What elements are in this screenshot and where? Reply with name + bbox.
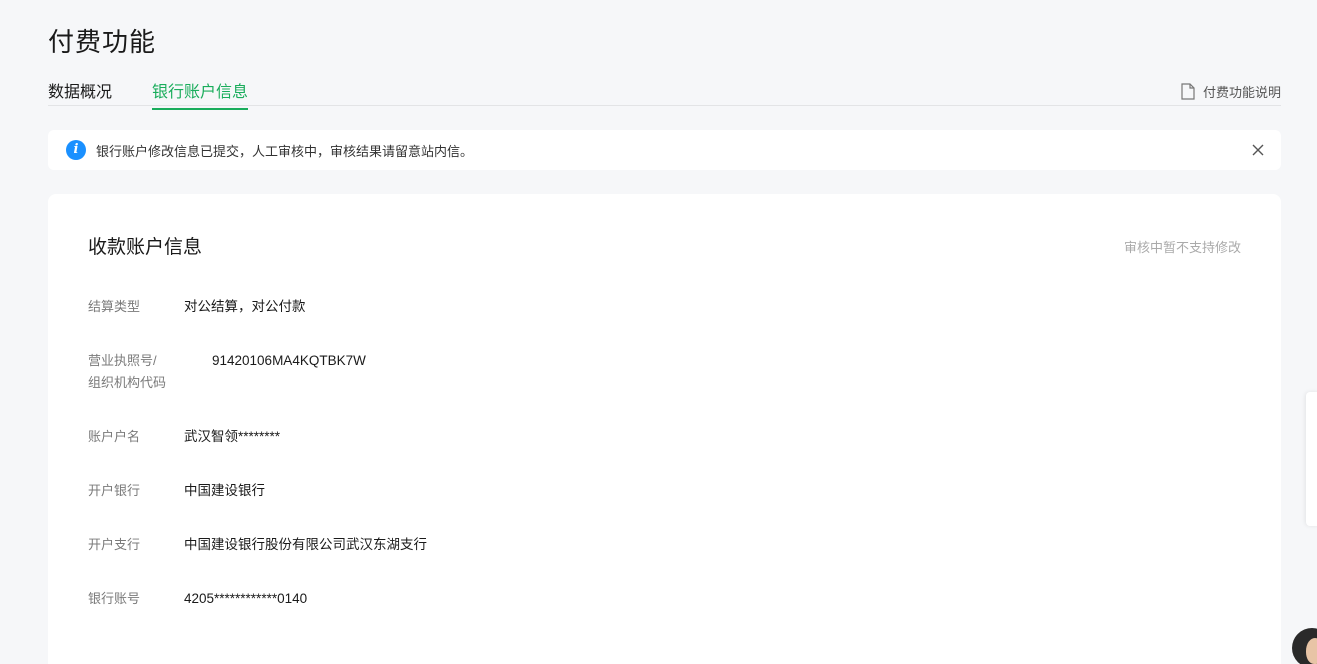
field-account-number: 银行账号 4205************0140 — [88, 588, 307, 610]
close-icon[interactable] — [1251, 143, 1265, 157]
field-settlement-type: 结算类型 对公结算，对公付款 — [88, 296, 306, 318]
field-bank: 开户银行 中国建设银行 — [88, 480, 265, 502]
card-title: 收款账户信息 — [88, 237, 203, 258]
field-value: 中国建设银行股份有限公司武汉东湖支行 — [184, 537, 427, 552]
field-branch: 开户支行 中国建设银行股份有限公司武汉东湖支行 — [88, 534, 427, 556]
field-label: 营业执照号/ 组织机构代码 — [88, 350, 212, 394]
tab-data-overview[interactable]: 数据概况 — [48, 78, 112, 108]
field-value: 中国建设银行 — [184, 483, 265, 498]
field-label: 结算类型 — [88, 299, 141, 314]
document-icon — [1181, 83, 1195, 100]
field-value: 4205************0140 — [184, 591, 308, 606]
field-value: 91420106MA4KQTBK7W — [212, 353, 366, 368]
tab-bank-account-info[interactable]: 银行账户信息 — [152, 78, 249, 110]
field-label-line1: 营业执照号/ — [88, 353, 157, 368]
notice-banner: i 银行账户修改信息已提交，人工审核中，审核结果请留意站内信。 — [48, 130, 1281, 170]
notice-text: 银行账户修改信息已提交，人工审核中，审核结果请留意站内信。 — [96, 143, 474, 159]
tab-bar: 数据概况 银行账户信息 付费功能说明 — [48, 76, 1281, 110]
field-account-name: 账户户名 武汉智领******** — [88, 426, 280, 448]
field-license: 营业执照号/ 组织机构代码 91420106MA4KQTBK7W — [88, 350, 366, 394]
field-label: 开户支行 — [88, 537, 141, 552]
field-value: 武汉智领******** — [184, 429, 281, 444]
field-label-line2: 组织机构代码 — [88, 375, 167, 390]
avatar-face — [1306, 638, 1317, 664]
help-link[interactable]: 付费功能说明 — [1181, 82, 1281, 101]
floating-side-panel[interactable] — [1306, 392, 1317, 526]
field-value: 对公结算，对公付款 — [184, 299, 306, 314]
page-title: 付费功能 — [48, 27, 157, 57]
info-icon: i — [66, 140, 86, 160]
assistant-avatar[interactable] — [1292, 628, 1317, 664]
page: 付费功能 数据概况 银行账户信息 付费功能说明 i 银行账户修改信息已提交，人工… — [0, 0, 1317, 664]
field-label: 银行账号 — [88, 591, 141, 606]
edit-disabled-note: 审核中暂不支持修改 — [1123, 240, 1241, 255]
field-label: 开户银行 — [88, 483, 141, 498]
field-label: 账户户名 — [88, 429, 141, 444]
help-link-label: 付费功能说明 — [1202, 85, 1281, 100]
account-info-card: 收款账户信息 审核中暂不支持修改 结算类型 对公结算，对公付款 营业执照号/ 组… — [48, 194, 1281, 664]
